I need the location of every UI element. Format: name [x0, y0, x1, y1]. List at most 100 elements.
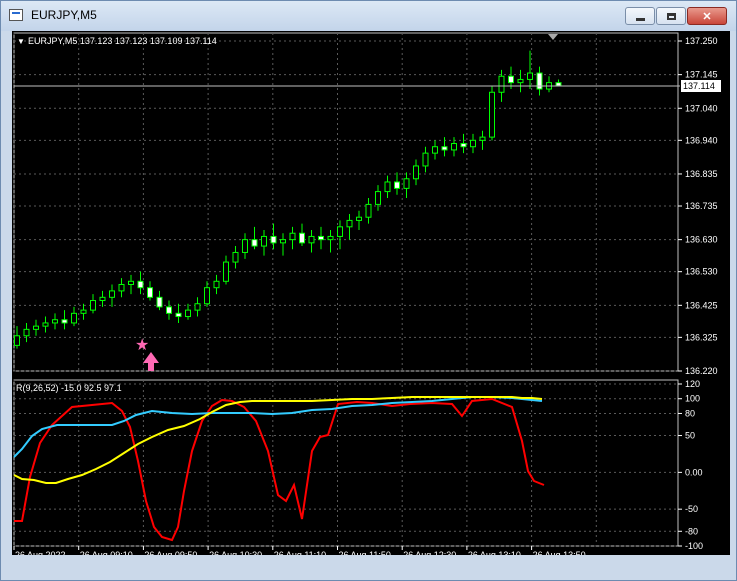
chart-header: EURJPY,M5 137.123 137.123 137.109 137.11… [28, 36, 217, 46]
chart-window-icon [9, 9, 23, 21]
close-button[interactable]: ✕ [687, 7, 727, 25]
candle-body [223, 261, 229, 282]
candle-body [451, 143, 457, 151]
indicator-tick-label: 100 [685, 394, 700, 404]
candle-body [384, 181, 391, 193]
candle-body [536, 72, 543, 90]
candle-body [71, 312, 77, 324]
candle-body [128, 280, 134, 285]
candle-body [318, 235, 324, 241]
price-tick-label: 136.835 [685, 169, 718, 179]
price-chart[interactable]: ★ ▼ EURJPY,M5 137.123 137.123 137.109 13… [12, 31, 730, 555]
candle-body [356, 216, 362, 221]
price-tick-label: 136.735 [685, 201, 718, 211]
indicator-cyan-line [13, 396, 543, 458]
indicator-tick-label: -50 [685, 504, 698, 514]
price-panel-frame [13, 32, 679, 372]
candle-body [489, 91, 495, 138]
candle-body [166, 306, 172, 314]
price-tick-label: 136.220 [685, 366, 718, 376]
time-label: 26 Aug 13:50 [533, 550, 586, 555]
maximize-icon [666, 12, 676, 20]
signal-star-icon: ★ [135, 335, 149, 354]
time-label: 26 Aug 2022 [15, 550, 66, 555]
candle-body [299, 232, 305, 244]
chart-header-triangle-icon: ▼ [17, 37, 25, 46]
candle-body [432, 146, 438, 154]
candle-body [337, 226, 343, 237]
candle-body [61, 319, 68, 324]
candle-body [156, 296, 163, 308]
candle-body [261, 235, 267, 247]
candle-body [109, 290, 115, 298]
candle-body [441, 146, 448, 151]
candle-body [470, 139, 476, 148]
candle-body [175, 312, 182, 318]
candle-body [137, 280, 144, 289]
indicator-tick-label: 50 [685, 431, 695, 441]
chart-shift-icon[interactable] [548, 34, 558, 40]
indicator-tick-label: -80 [685, 526, 698, 536]
candle-body [403, 178, 410, 189]
candle-body [118, 283, 125, 292]
candle-body [242, 239, 248, 253]
candle-body [232, 251, 239, 263]
candle-body [23, 328, 30, 337]
indicator-yellow-line [13, 396, 543, 484]
candle-body [270, 235, 277, 244]
candle-body [327, 235, 334, 241]
price-tick-label: 136.425 [685, 300, 718, 310]
indicator-tick-label: 120 [685, 379, 700, 389]
bid-tag-text: 137.114 [683, 81, 715, 91]
candle-body [194, 303, 201, 311]
candle-body [308, 235, 315, 244]
price-tick-label: 136.325 [685, 332, 718, 342]
time-label: 26 Aug 09:50 [144, 550, 197, 555]
candle-body [394, 181, 400, 189]
chart-canvas[interactable]: ★ ▼ EURJPY,M5 137.123 137.123 137.109 13… [12, 31, 730, 555]
candle-body [147, 287, 153, 298]
time-label: 26 Aug 09:10 [80, 550, 133, 555]
candle-body [365, 203, 372, 218]
candle-body [460, 143, 467, 148]
candle-body [204, 287, 210, 305]
price-tick-label: 136.530 [685, 267, 718, 277]
minimize-icon [635, 17, 645, 21]
candle-body [14, 335, 20, 346]
indicator-tick-label: 0.00 [685, 467, 703, 477]
title-bar[interactable]: EURJPY,M5 ✕ [1, 1, 736, 31]
time-label: 26 Aug 13:10 [468, 550, 521, 555]
price-tick-label: 136.940 [685, 135, 718, 145]
time-label: 26 Aug 11:50 [339, 550, 391, 555]
terminal-window: EURJPY,M5 ✕ ★ ▼ EURJPY,M5 137.123 137.12… [0, 0, 737, 581]
candle-body [527, 72, 533, 80]
buy-arrow-icon [143, 352, 159, 371]
candle-body [413, 165, 419, 180]
price-tick-label: 137.040 [685, 103, 718, 113]
candle-body [422, 152, 429, 167]
price-tick-label: 137.250 [685, 36, 718, 46]
indicator-label: R(9,26,52) -15.0 92.5 97.1 [16, 383, 122, 393]
candle-body [479, 136, 486, 141]
indicator-tick-label: 80 [685, 408, 695, 418]
candle-body [375, 191, 381, 205]
candle-body [33, 325, 39, 330]
time-label: 26 Aug 12:30 [403, 550, 456, 555]
time-label: 26 Aug 10:30 [209, 550, 262, 555]
candle-body [280, 239, 286, 244]
candle-body [508, 75, 514, 84]
candle-body [213, 280, 220, 289]
indicator-tick-label: -100 [685, 541, 703, 551]
candle-body [80, 309, 87, 314]
candle-body [517, 78, 524, 84]
candle-body [90, 300, 96, 311]
maximize-button[interactable] [656, 7, 686, 25]
close-icon: ✕ [702, 10, 712, 23]
price-tick-label: 136.630 [685, 235, 718, 245]
candle-body [251, 239, 258, 247]
candle-body [99, 296, 106, 302]
candle-body [555, 82, 562, 87]
candle-body [498, 75, 505, 93]
minimize-button[interactable] [625, 7, 655, 25]
price-tick-label: 137.145 [685, 70, 718, 80]
